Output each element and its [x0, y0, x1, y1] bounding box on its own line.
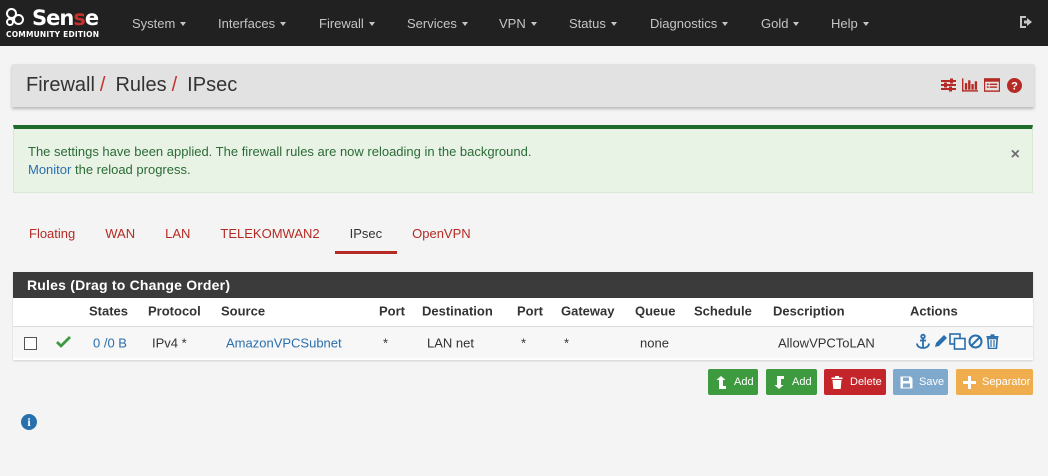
svg-text:?: ? [1011, 80, 1018, 92]
chevron-down-icon [610, 22, 617, 26]
save-button[interactable]: Save [893, 369, 948, 395]
brand-wordmark: Sense [32, 6, 99, 30]
protocol-cell: IPv4 * [152, 335, 187, 351]
destination-cell: LAN net [427, 335, 474, 351]
column-header-schedule: Schedule [694, 303, 752, 319]
chevron-down-icon [180, 22, 187, 26]
column-header-queue: Queue [635, 303, 676, 319]
list-table-icon[interactable] [984, 77, 1000, 93]
nav-firewall[interactable]: Firewall [319, 0, 375, 46]
trash-icon[interactable] [986, 334, 999, 352]
check-icon[interactable] [56, 336, 71, 351]
alert-second-line: Monitor the reload progress. [28, 161, 1018, 179]
tab-telekomwan2[interactable]: TELEKOMWAN2 [205, 212, 334, 254]
anchor-icon[interactable] [915, 333, 931, 353]
rules-panel: Rules (Drag to Change Order) States Prot… [13, 272, 1033, 360]
pfsense-logo[interactable]: Sense COMMUNITY EDITION [0, 0, 118, 46]
trash-icon [830, 375, 844, 389]
rules-panel-title: Rules (Drag to Change Order) [13, 272, 1033, 298]
tab-ipsec[interactable]: IPsec [334, 212, 398, 254]
table-row[interactable]: 0 /0 B IPv4 * AmazonVPCSubnet * LAN net … [13, 326, 1033, 358]
column-header-destination: Destination [422, 303, 493, 319]
description-cell: AllowVPCToLAN [778, 335, 875, 351]
page-header: Firewall / Rules / IPsec ? [12, 64, 1034, 107]
brand-subtitle: COMMUNITY EDITION [6, 30, 100, 39]
logout-icon[interactable] [1018, 14, 1034, 30]
column-header-source: Source [221, 303, 266, 319]
row-select-checkbox[interactable] [24, 337, 37, 350]
tab-openvpn[interactable]: OpenVPN [397, 212, 486, 254]
tab-floating[interactable]: Floating [14, 212, 90, 254]
nav-help[interactable]: Help [831, 0, 869, 46]
logo-circles-icon [6, 8, 32, 28]
destination-port-cell: * [521, 335, 527, 351]
nav-system[interactable]: System [132, 0, 187, 46]
help-question-icon[interactable]: ? [1006, 77, 1022, 93]
close-icon[interactable]: × [1011, 146, 1020, 164]
gateway-cell: * [564, 335, 570, 351]
monitor-link[interactable]: Monitor [28, 162, 71, 177]
nav-services[interactable]: Services [407, 0, 468, 46]
edit-pencil-icon[interactable] [933, 334, 948, 352]
tab-wan[interactable]: WAN [90, 212, 150, 254]
source-link[interactable]: AmazonVPCSubnet [226, 336, 342, 351]
arrow-turn-up-icon [714, 375, 728, 389]
delete-button[interactable]: Delete [824, 369, 886, 395]
states-link[interactable]: 0 /0 B [93, 336, 127, 351]
breadcrumb-separator: / [171, 74, 178, 96]
bar-chart-icon[interactable] [962, 77, 978, 93]
tab-lan[interactable]: LAN [150, 212, 205, 254]
add-separator-button[interactable]: Separator [956, 369, 1033, 395]
copy-icon[interactable] [949, 333, 966, 353]
column-header-gateway: Gateway [561, 303, 615, 319]
column-header-protocol: Protocol [148, 303, 201, 319]
chevron-down-icon [722, 22, 729, 26]
interface-tabs: Floating WAN LAN TELEKOMWAN2 IPsec OpenV… [14, 212, 486, 254]
chevron-down-icon [862, 22, 869, 26]
arrow-turn-down-icon [772, 375, 786, 389]
breadcrumb-firewall[interactable]: Firewall [26, 74, 95, 97]
chevron-down-icon [368, 22, 375, 26]
info-icon[interactable]: i [21, 414, 37, 430]
column-header-destination-port: Port [517, 303, 543, 319]
success-alert: The settings have been applied. The fire… [13, 125, 1033, 193]
source-port-cell: * [383, 335, 389, 351]
breadcrumb: Firewall / Rules / IPsec [12, 74, 237, 97]
nav-vpn[interactable]: VPN [499, 0, 537, 46]
chevron-down-icon [280, 22, 287, 26]
nav-gold[interactable]: Gold [761, 0, 800, 46]
nav-status[interactable]: Status [569, 0, 617, 46]
breadcrumb-rules[interactable]: Rules [115, 74, 166, 97]
alert-message-tail: the reload progress. [71, 162, 191, 177]
column-header-states: States [89, 303, 129, 319]
disable-ban-icon[interactable] [968, 334, 983, 352]
alert-message: The settings have been applied. The fire… [28, 144, 532, 159]
chevron-down-icon [793, 22, 800, 26]
column-header-actions: Actions [910, 303, 958, 319]
add-rule-top-button[interactable]: Add [708, 369, 758, 395]
add-rule-bottom-button[interactable]: Add [766, 369, 817, 395]
sliders-icon[interactable] [940, 77, 956, 93]
breadcrumb-separator: / [99, 74, 106, 96]
nav-interfaces[interactable]: Interfaces [218, 0, 287, 46]
chevron-down-icon [530, 22, 537, 26]
column-header-description: Description [773, 303, 845, 319]
breadcrumb-ipsec: IPsec [187, 74, 238, 96]
column-header-source-port: Port [379, 303, 405, 319]
save-disk-icon [899, 375, 913, 389]
top-navbar: Sense COMMUNITY EDITION System Interface… [0, 0, 1048, 46]
header-icons: ? [940, 77, 1022, 93]
plus-icon [962, 375, 976, 389]
chevron-down-icon [461, 22, 468, 26]
queue-cell: none [640, 335, 669, 351]
nav-diagnostics[interactable]: Diagnostics [650, 0, 729, 46]
